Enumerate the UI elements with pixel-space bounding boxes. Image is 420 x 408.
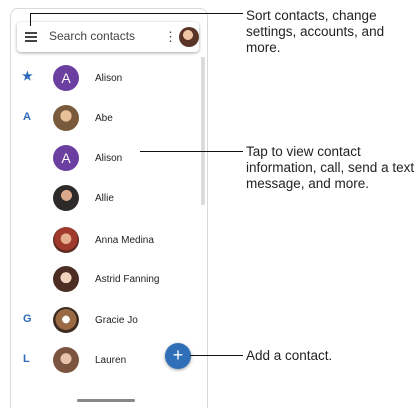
avatar — [53, 105, 79, 131]
contact-name: Alison — [95, 73, 123, 84]
contact-row[interactable]: Allie — [11, 179, 207, 219]
avatar — [53, 185, 79, 211]
contact-name: Astrid Fanning — [95, 274, 160, 285]
callout-line-menu-vertical — [30, 13, 31, 26]
contact-name: Alison — [95, 153, 123, 164]
search-bar[interactable]: Search contacts ⋮ — [17, 22, 199, 52]
avatar — [53, 227, 79, 253]
favorites-star-icon: ★ — [22, 69, 33, 83]
contact-name: Lauren — [95, 355, 127, 366]
avatar: A — [53, 65, 79, 91]
add-contact-button[interactable]: + — [165, 343, 191, 369]
callout-text-menu: Sort contacts, change settings, accounts… — [246, 8, 385, 55]
account-avatar[interactable] — [179, 27, 199, 47]
contact-row[interactable]: ★ A Alison — [11, 59, 207, 99]
avatar — [53, 266, 79, 292]
callout-line-menu — [30, 13, 243, 14]
callout-line-add — [190, 355, 243, 356]
section-letter: G — [23, 313, 32, 325]
navigation-handle[interactable] — [77, 399, 135, 402]
menu-icon[interactable] — [25, 32, 37, 42]
contact-row[interactable]: Anna Medina — [11, 221, 207, 261]
contact-row[interactable]: A Abe — [11, 99, 207, 139]
callout-text-add: Add a contact. — [246, 348, 333, 363]
search-input[interactable]: Search contacts — [49, 29, 135, 43]
avatar: A — [53, 145, 79, 171]
contact-name: Allie — [95, 193, 114, 204]
contact-row[interactable]: A Alison — [11, 139, 207, 179]
callout-line-contact — [140, 151, 243, 152]
contact-row[interactable]: G Gracie Jo — [11, 301, 207, 341]
avatar — [53, 347, 79, 373]
contact-row[interactable]: Astrid Fanning — [11, 260, 207, 300]
section-letter: L — [23, 353, 30, 365]
contact-name: Anna Medina — [95, 235, 154, 246]
contact-name: Abe — [95, 113, 113, 124]
callout-text-contact: Tap to view contact information, call, s… — [246, 144, 415, 191]
phone-screen: Search contacts ⋮ ★ A Alison A Abe A Ali… — [10, 8, 208, 408]
more-options-icon[interactable]: ⋮ — [164, 30, 177, 43]
section-letter: A — [23, 111, 31, 123]
contact-name: Gracie Jo — [95, 315, 138, 326]
avatar — [53, 307, 79, 333]
